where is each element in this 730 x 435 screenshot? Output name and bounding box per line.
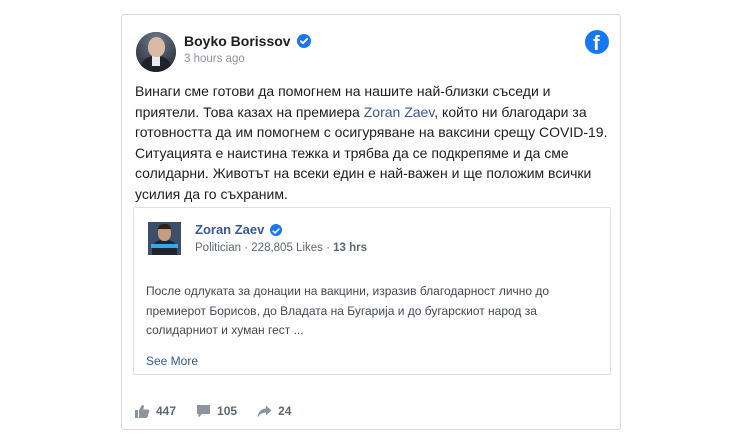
verified-badge-icon	[270, 223, 283, 236]
share-count[interactable]: 24	[257, 404, 291, 418]
share-icon	[257, 405, 272, 418]
author-avatar[interactable]	[136, 32, 176, 72]
author-name[interactable]: Boyko Borissov	[184, 33, 291, 49]
share-count-value: 24	[278, 404, 292, 418]
engagement-bar: 447 105 24	[135, 404, 311, 418]
see-more-link[interactable]: See More	[146, 354, 198, 368]
post-timestamp[interactable]: 3 hours ago	[184, 53, 245, 65]
author-row: Boyko Borissov	[184, 33, 311, 49]
like-count-value: 447	[156, 404, 177, 418]
meta-separator: ·	[244, 242, 249, 254]
like-count[interactable]: 447	[135, 404, 176, 418]
shared-category: Politician	[195, 242, 242, 254]
comment-icon	[196, 404, 211, 418]
shared-meta: Politician · 228,805 Likes · 13 hrs	[195, 242, 367, 254]
shared-author-avatar[interactable]	[148, 222, 181, 255]
shared-author-row: Zoran Zaev	[195, 222, 283, 237]
shared-post[interactable]: Zoran Zaev Politician · 228,805 Likes · …	[133, 207, 611, 375]
facebook-post-card: Boyko Borissov 3 hours ago f Винаги сме …	[121, 14, 621, 430]
meta-separator: ·	[326, 242, 330, 254]
comment-count-value: 105	[217, 404, 238, 418]
shared-text: После одлуката за донации на вакцини, из…	[146, 284, 550, 337]
comment-count[interactable]: 105	[196, 404, 237, 418]
like-icon	[135, 404, 150, 418]
shared-author-name[interactable]: Zoran Zaev	[195, 222, 264, 237]
post-text: Винаги сме готови да помогнем на нашите …	[135, 81, 615, 205]
mention-link[interactable]: Zoran Zaev	[364, 104, 435, 120]
facebook-icon[interactable]: f	[585, 30, 609, 55]
verified-badge-icon	[296, 34, 311, 48]
shared-time[interactable]: 13 hrs	[333, 242, 367, 254]
shared-likes: 228,805 Likes	[251, 242, 323, 254]
